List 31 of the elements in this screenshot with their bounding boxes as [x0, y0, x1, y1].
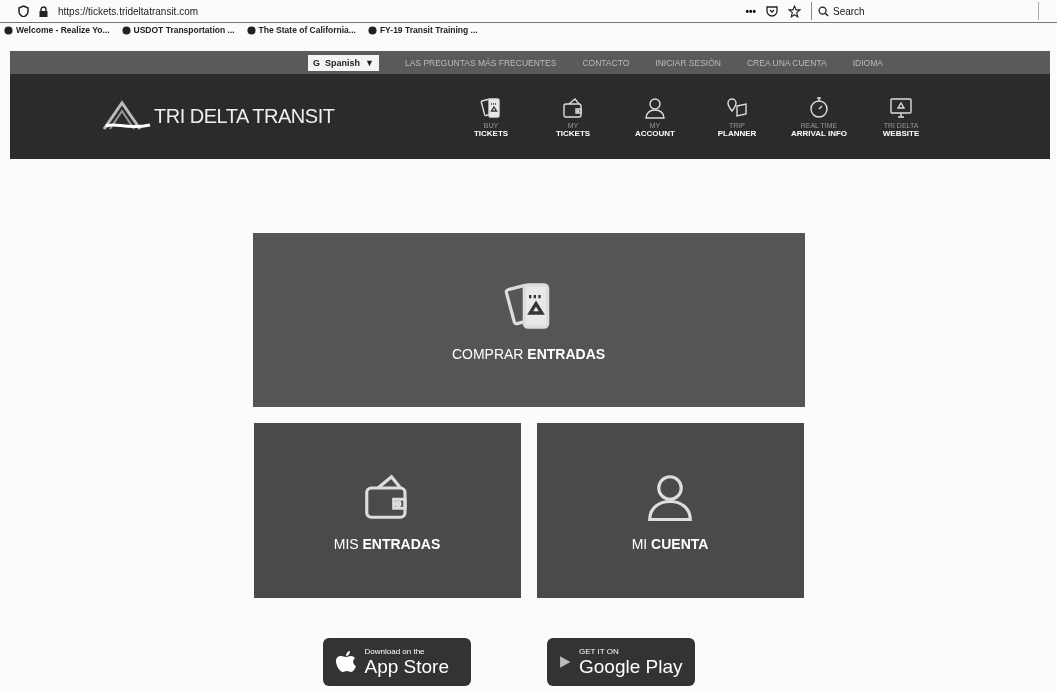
language-select[interactable]: G Spanish ▼ [308, 54, 379, 71]
top-nav-link[interactable]: CREA UNA CUENTA [747, 57, 827, 68]
bookmark-link[interactable]: Welcome - Realize Yo... [4, 25, 110, 35]
wallet-icon [561, 95, 585, 120]
tile-button[interactable]: MIS ENTRADAS [253, 423, 521, 598]
store-badge[interactable]: Download on the App Store [322, 638, 471, 686]
tile-button[interactable]: MI CUENTA [536, 423, 804, 598]
tile-button[interactable]: COMPRAR ENTRADAS [252, 233, 805, 407]
url-text[interactable]: https://tickets.trideltatransit.com [58, 5, 199, 17]
pocket-icon[interactable] [766, 5, 778, 17]
top-nav-link[interactable]: CONTACTO [582, 57, 630, 68]
bookmark-link[interactable]: FY-19 Transit Training ... [367, 25, 478, 35]
shield-icon [18, 5, 29, 17]
apple-icon [334, 649, 357, 675]
top-nav-link[interactable]: LAS PREGUNTAS MÁS FRECUENTES [404, 57, 557, 68]
stopwatch-icon [807, 95, 831, 120]
user-icon [643, 95, 667, 120]
store-badge[interactable]: GET IT ON Google Play [546, 638, 695, 686]
monitor-icon [889, 95, 913, 120]
ticket-icon [479, 95, 503, 120]
search-field[interactable]: Search [811, 2, 1039, 20]
more-menu-button[interactable]: ••• [745, 5, 756, 17]
star-icon[interactable] [788, 4, 801, 18]
bookmark-link[interactable]: The State of California... [246, 25, 356, 35]
map-pin-icon [725, 95, 749, 120]
search-icon [818, 5, 829, 17]
top-nav-link[interactable]: IDIOMA [852, 57, 883, 68]
top-nav-link[interactable]: INICIAR SESIÓN [655, 57, 721, 68]
logo-text: TRI DELTA TRANSIT [154, 105, 335, 128]
bookmark-link[interactable]: USDOT Transportation ... [121, 25, 235, 35]
lock-icon [39, 5, 48, 17]
